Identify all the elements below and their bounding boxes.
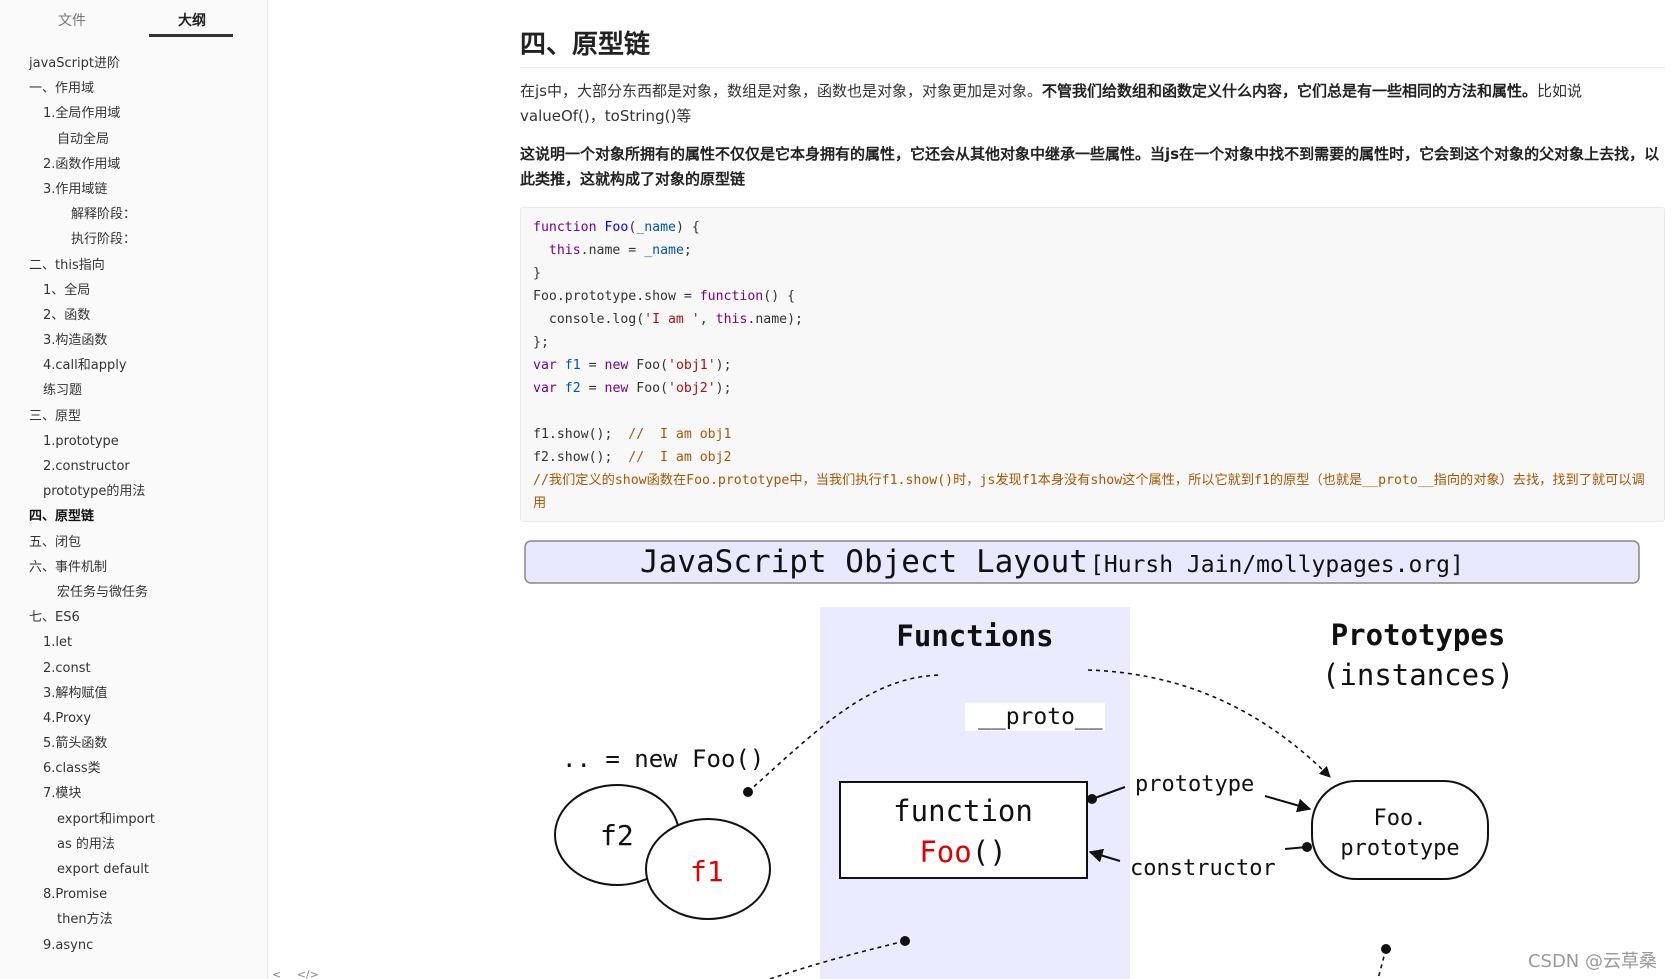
outline-item[interactable]: then方法 [0,907,268,932]
code-line: var f1 = new Foo('obj1'); [533,358,732,373]
active-tab-indicator [149,34,233,37]
outline-list: javaScript进阶 一、作用域 1.全局作用域 自动全局 2.函数作用域 3.作用域… [0,51,268,958]
outline-item[interactable]: 4.Proxy [0,706,268,731]
outline-item[interactable]: 自动全局 [0,127,268,152]
foo-bottom-dot [900,936,910,946]
code-comment: //我们定义的show函数在Foo.prototype中，当我们执行f1.sho… [533,473,1645,511]
paragraph-prototype-chain: 这说明一个对象所拥有的属性不仅仅是它本身拥有的属性，它还会从其他对象中继承一些属… [520,145,1660,188]
outline-item[interactable]: 8.Promise [0,882,268,907]
outline-item[interactable]: 2.函数作用域 [0,152,268,177]
outline-item[interactable]: 1.let [0,630,268,655]
foo-prototype-line2: prototype [1340,836,1459,861]
outline-item[interactable]: 1.全局作用域 [0,101,268,126]
foo-parens: () [972,835,1007,869]
outline-item[interactable]: 解释阶段： [0,202,268,227]
diagram-title: JavaScript Object Layout [640,544,1088,580]
code-line: function Foo(_name) { [533,220,700,235]
prototype-link-label: prototype [1135,772,1254,797]
code-line: } [533,266,541,281]
foo-call: Foo() [919,835,1006,869]
outline-item[interactable]: 二、this指向 [0,253,268,278]
outline-item[interactable]: 六、事件机制 [0,555,268,580]
code-line: f2.show(); // I am obj2 [533,450,732,465]
outline-item[interactable]: 五、闭包 [0,530,268,555]
outline-item[interactable]: 6.class类 [0,756,268,781]
code-line: this.name = _name; [548,243,692,258]
code-line: }; [533,335,549,350]
outline-item[interactable]: 2.const [0,656,268,681]
foo-prototype-bottom-dot [1381,944,1391,954]
proto-label: __proto__ [978,704,1103,730]
outline-item[interactable]: 2.constructor [0,454,268,479]
code-line: var f2 = new Foo('obj2'); [533,381,732,396]
outline-item[interactable]: 2、函数 [0,303,268,328]
foo-prototype-line1: Foo. [1374,806,1427,831]
source-code-mode-icon[interactable]: </> [297,968,319,979]
code-line: f1.show(); // I am obj1 [533,427,732,442]
foo-name: Foo [919,835,971,869]
code-line: Foo.prototype.show = function() { [533,289,796,304]
constructor-link-label: constructor [1130,856,1276,881]
intro-text: 在js中，大部分东西都是对象，数组是对象，函数也是对象，对象更加是对象。 [520,82,1042,100]
outline-item[interactable]: as 的用法 [0,832,268,857]
outline-item[interactable]: 宏任务与微任务 [0,580,268,605]
tab-outline[interactable]: 大纲 [150,10,234,30]
outline-item[interactable]: 4.call和apply [0,353,268,378]
functions-header: Functions [896,619,1053,653]
code-block[interactable]: function Foo(_name) { this.name = _name;… [520,207,1665,522]
outline-item[interactable]: 9.async [0,933,268,958]
sidebar-tabs: 文件 大纲 [0,0,268,40]
outline-item[interactable]: 练习题 [0,378,268,403]
intro-bold-text: 不管我们给数组和函数定义什么内容，它们总是有一些相同的方法和属性。 [1042,82,1538,100]
code-line: console.log('I am ', this.name); [533,312,803,327]
prototypes-header: Prototypes [1331,618,1506,652]
outline-item[interactable]: 1、全局 [0,278,268,303]
outline-item[interactable]: 执行阶段： [0,227,268,252]
outline-item[interactable]: 1.prototype [0,429,268,454]
outline-item[interactable]: 3.构造函数 [0,328,268,353]
outline-item[interactable]: 3.作用域链 [0,177,268,202]
prototypes-subheader: (instances) [1322,658,1514,692]
function-keyword: function [893,794,1033,828]
outline-item[interactable]: 四、原型链 [0,504,268,529]
f1-proto-dot [743,787,753,797]
watermark: CSDN @云草桑 [1527,951,1657,972]
outline-item[interactable]: 一、作用域 [0,76,268,101]
outline-item[interactable]: 5.箭头函数 [0,731,268,756]
outline-item[interactable]: 3.解构赋值 [0,681,268,706]
outline-item[interactable]: export和import [0,807,268,832]
collapse-sidebar-icon[interactable]: < [272,968,281,979]
document-content: 四、原型链 在js中，大部分东西都是对象，数组是对象，函数也是对象，对象更加是对… [520,0,1665,979]
outline-item[interactable]: 7.模块 [0,781,268,806]
paragraph-intro: 在js中，大部分东西都是对象，数组是对象，函数也是对象，对象更加是对象。不管我们… [520,79,1665,129]
outline-item[interactable]: prototype的用法 [0,479,268,504]
prototype-arrow-b [1264,795,1312,813]
outline-item[interactable]: export default [0,857,268,882]
page-heading: 四、原型链 [520,24,1665,68]
js-object-layout-diagram: JavaScript Object Layout [Hursh Jain/mol… [524,540,1640,979]
new-foo-label: .. = new Foo() [562,745,764,773]
sidebar-footer: < </> [272,968,331,979]
f2-label: f2 [600,819,634,852]
outline-item[interactable]: 七、ES6 [0,605,268,630]
outline-item[interactable]: javaScript进阶 [0,51,268,76]
outline-item[interactable]: 三、原型 [0,404,268,429]
diagram-credit: [Hursh Jain/mollypages.org] [1090,552,1464,578]
sidebar: 文件 大纲 javaScript进阶 一、作用域 1.全局作用域 自动全局 2.函数作用… [0,0,268,979]
f1-label: f1 [690,855,724,888]
tab-files[interactable]: 文件 [30,10,114,30]
